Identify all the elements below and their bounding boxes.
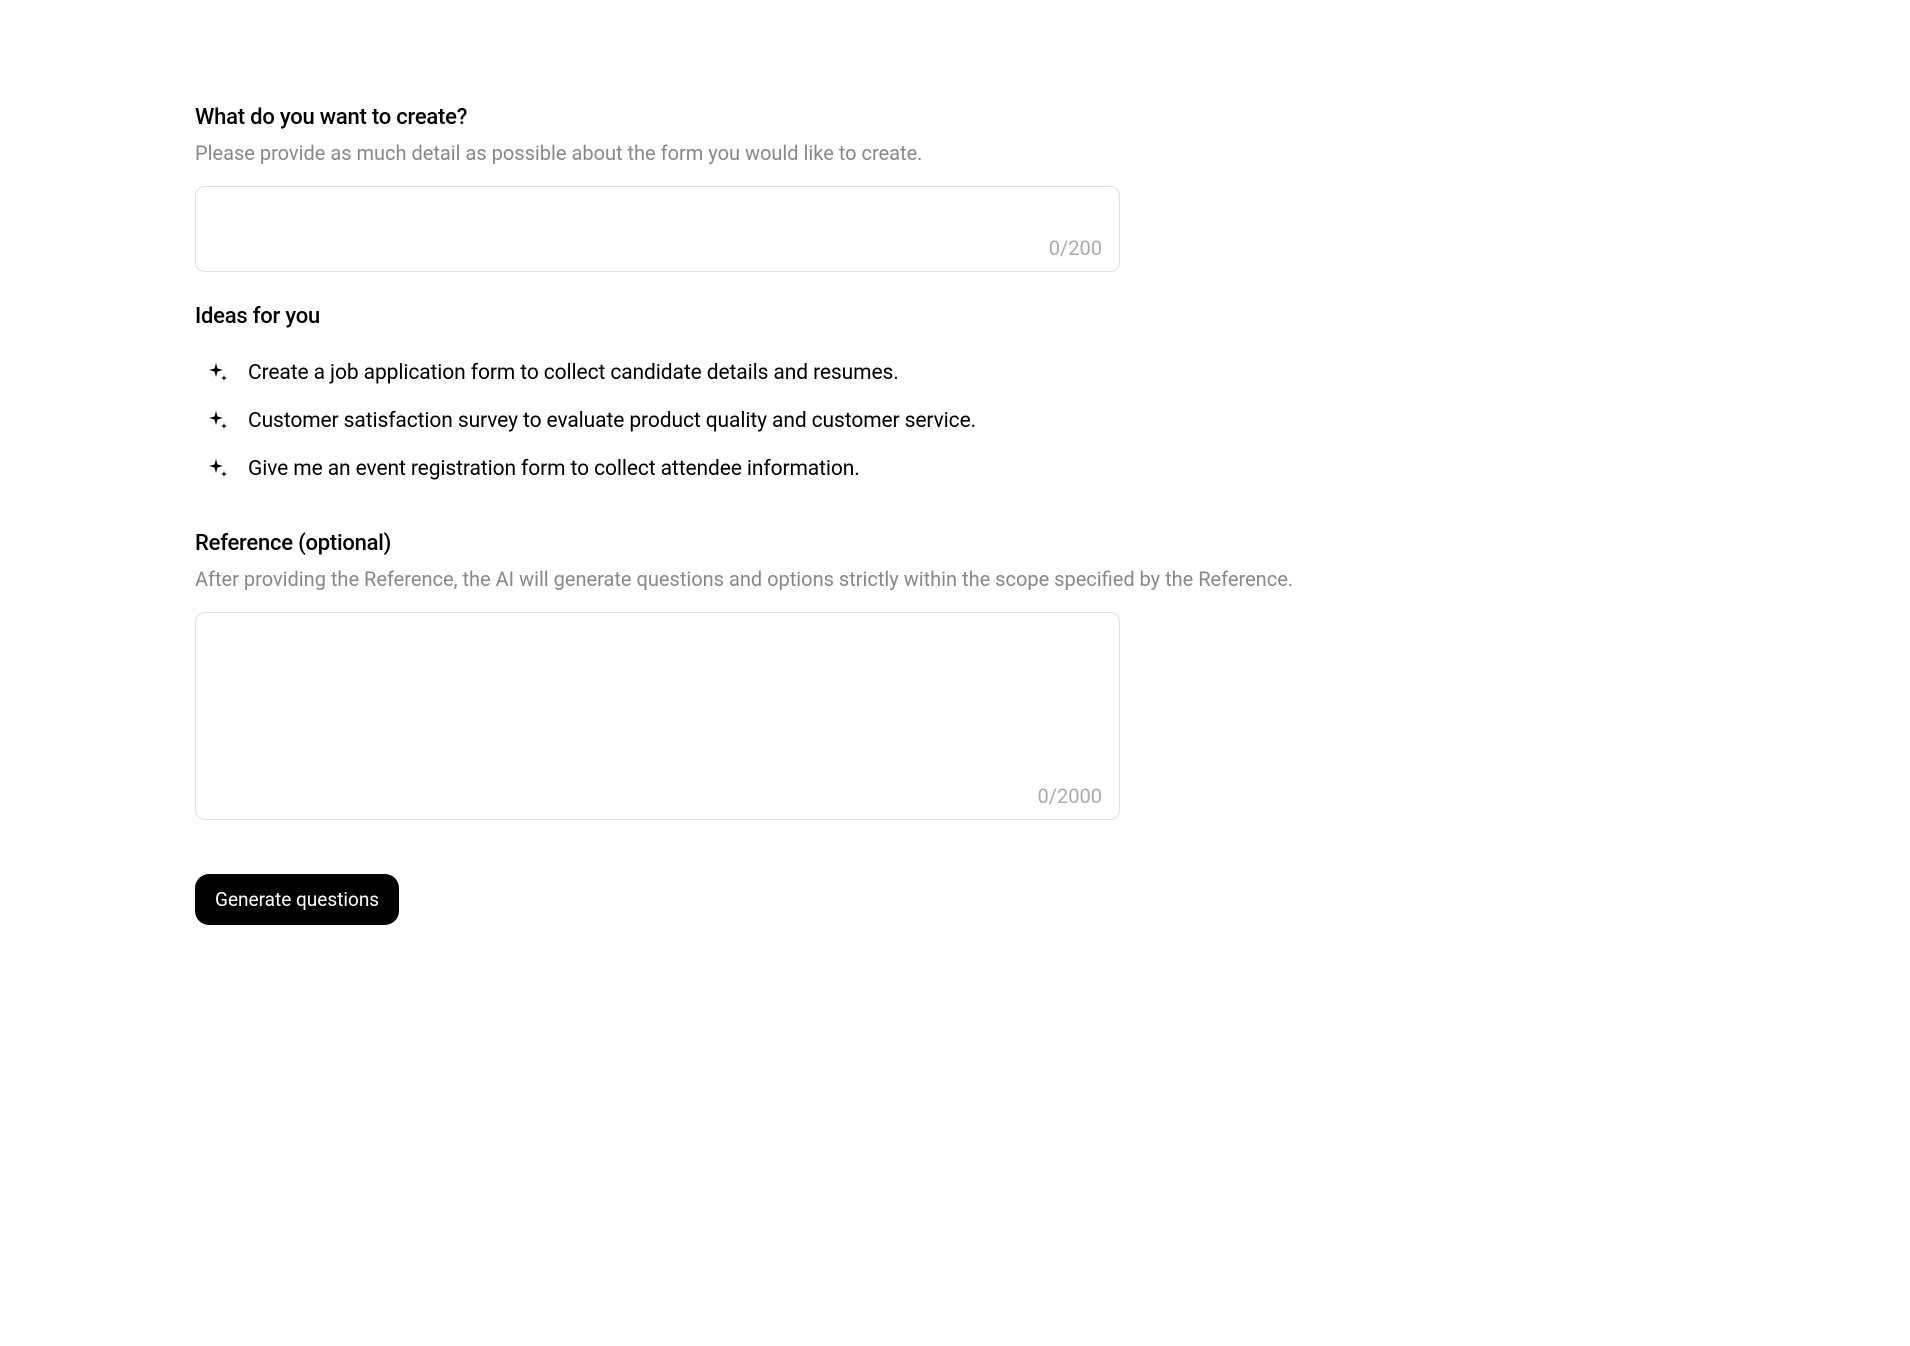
sparkle-icon [206, 409, 230, 433]
idea-item-2[interactable]: Give me an event registration form to co… [195, 445, 1715, 493]
reference-section: Reference (optional) After providing the… [195, 531, 1715, 824]
idea-item-0[interactable]: Create a job application form to collect… [195, 349, 1715, 397]
reference-textarea-wrapper: 0/2000 [195, 612, 1120, 824]
idea-text: Create a job application form to collect… [248, 361, 899, 385]
idea-text: Give me an event registration form to co… [248, 457, 860, 481]
generate-questions-button[interactable]: Generate questions [195, 874, 399, 925]
idea-text: Customer satisfaction survey to evaluate… [248, 409, 976, 433]
idea-item-1[interactable]: Customer satisfaction survey to evaluate… [195, 397, 1715, 445]
create-textarea[interactable] [195, 186, 1120, 272]
ideas-section: Ideas for you Create a job application f… [195, 304, 1715, 493]
create-section: What do you want to create? Please provi… [195, 105, 1715, 276]
sparkle-icon [206, 457, 230, 481]
ideas-title: Ideas for you [195, 304, 1715, 329]
reference-textarea[interactable] [195, 612, 1120, 820]
reference-description: After providing the Reference, the AI wi… [195, 564, 1715, 594]
ideas-list: Create a job application form to collect… [195, 349, 1715, 493]
sparkle-icon [206, 361, 230, 385]
create-textarea-wrapper: 0/200 [195, 186, 1120, 276]
create-title: What do you want to create? [195, 105, 1715, 130]
reference-title: Reference (optional) [195, 531, 1715, 556]
create-description: Please provide as much detail as possibl… [195, 138, 1715, 168]
